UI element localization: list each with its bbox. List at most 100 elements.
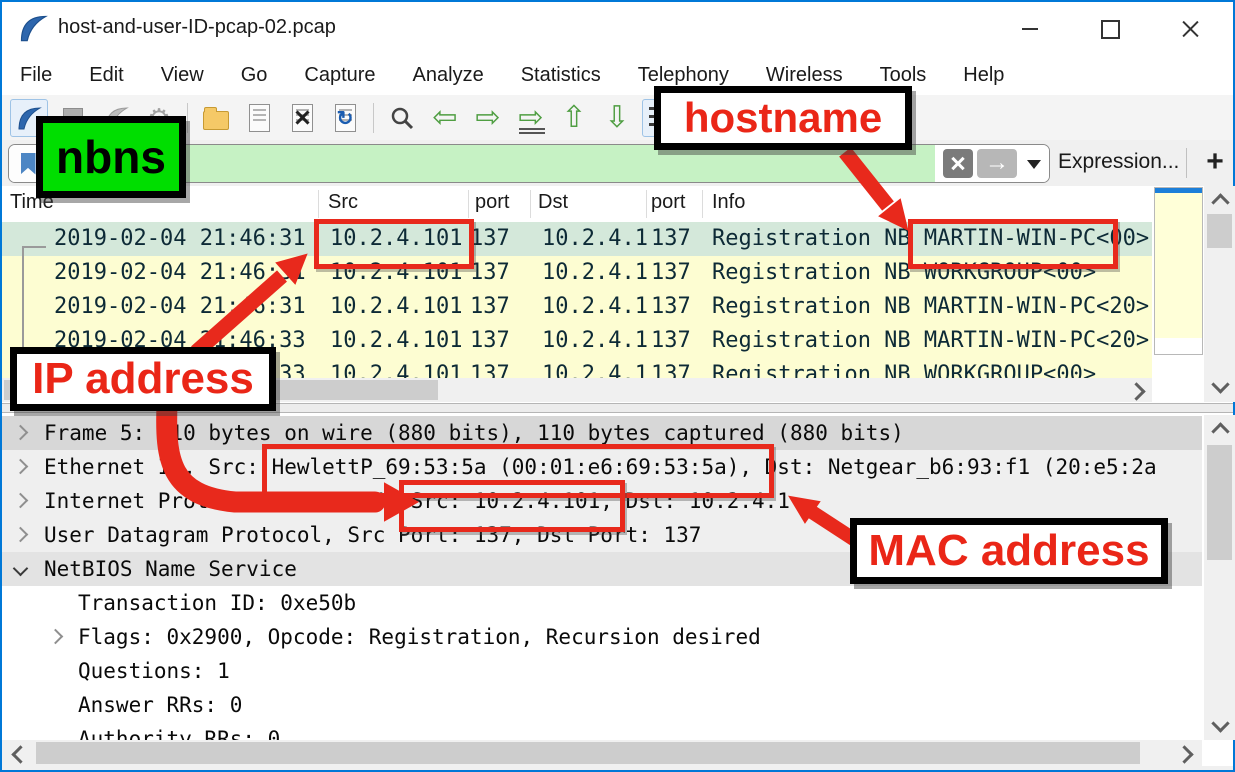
document-icon: ↻	[335, 104, 356, 132]
scroll-thumb[interactable]	[1207, 214, 1232, 248]
col-header-dport[interactable]: port	[651, 191, 685, 214]
cell-time: 2019-02-04 21:46:31	[54, 222, 306, 256]
cell-dport: 137	[651, 290, 691, 324]
chevron-right-icon[interactable]	[13, 459, 29, 475]
filter-buttons: →	[935, 145, 1049, 182]
maximize-button[interactable]	[1075, 4, 1145, 54]
bottom-strip	[2, 766, 1233, 770]
filter-apply-button[interactable]: →	[977, 149, 1017, 178]
detail-row[interactable]: Transaction ID: 0xe50b	[2, 586, 1202, 620]
menu-file[interactable]: File	[20, 64, 52, 87]
window-title: host-and-user-ID-pcap-02.pcap	[58, 2, 336, 53]
menu-telephony[interactable]: Telephony	[638, 64, 729, 87]
scroll-thumb[interactable]	[1207, 445, 1232, 560]
detail-row[interactable]: Flags: 0x2900, Opcode: Registration, Rec…	[2, 620, 1202, 654]
chevron-right-icon[interactable]	[13, 425, 29, 441]
cell-time: 2019-02-04 21:46:31	[54, 256, 306, 290]
titlebar: host-and-user-ID-pcap-02.pcap	[2, 2, 1233, 53]
minimap-fill	[1155, 188, 1202, 338]
menu-tools[interactable]: Tools	[880, 64, 927, 87]
column-separator[interactable]	[646, 190, 647, 218]
packet-row[interactable]: 2019-02-04 21:46:3110.2.4.10113710.2.4.1…	[2, 290, 1152, 324]
menu-view[interactable]: View	[161, 64, 204, 87]
column-separator[interactable]	[530, 190, 531, 218]
cell-dst: 10.2.4.1	[542, 324, 648, 358]
details-vscrollbar[interactable]	[1204, 415, 1235, 740]
cell-dport: 137	[651, 256, 691, 290]
up-arrow-icon: ⇧	[561, 103, 586, 133]
packet-list-vscrollbar[interactable]	[1204, 186, 1235, 402]
open-file-icon[interactable]	[198, 100, 234, 136]
bookmark-icon	[21, 153, 36, 175]
scroll-down-icon[interactable]	[1211, 714, 1229, 732]
chevron-down-icon[interactable]	[13, 561, 29, 577]
wireshark-logo-icon	[18, 13, 48, 43]
menu-bar: File Edit View Go Capture Analyze Statistics Te…	[2, 55, 1233, 95]
intelligent-scrollbar-minimap[interactable]	[1154, 187, 1203, 355]
column-separator[interactable]	[318, 190, 319, 218]
add-filter-button[interactable]: +	[1198, 140, 1232, 186]
scroll-up-icon[interactable]	[1211, 193, 1229, 211]
details-hscrollbar[interactable]	[2, 740, 1202, 766]
col-header-dst[interactable]: Dst	[538, 191, 568, 214]
minimize-button[interactable]	[995, 4, 1065, 54]
highlight-box-hostname	[908, 219, 1118, 269]
scroll-right-icon[interactable]	[1127, 382, 1145, 400]
scroll-right-icon[interactable]	[1175, 745, 1193, 763]
cell-dst: 10.2.4.1	[542, 358, 648, 378]
cell-dst: 10.2.4.1	[542, 290, 648, 324]
find-packet-icon[interactable]	[384, 100, 420, 136]
highlight-box-ip-detail	[399, 480, 625, 532]
detail-text: NetBIOS Name Service	[44, 552, 297, 586]
chevron-right-icon[interactable]	[13, 493, 29, 509]
col-header-src[interactable]: Src	[328, 191, 358, 214]
cell-info: Registration NB WORKGROUP<00>	[712, 358, 1150, 378]
menu-items: File Edit View Go Capture Analyze Statistics Te…	[20, 64, 1004, 87]
expression-button[interactable]: Expression...	[1058, 140, 1179, 186]
cell-sport: 137	[470, 222, 510, 256]
menu-capture[interactable]: Capture	[304, 64, 375, 87]
scroll-thumb[interactable]	[36, 742, 1140, 764]
column-separator[interactable]	[468, 190, 469, 218]
scroll-left-icon[interactable]	[11, 745, 29, 763]
menu-go[interactable]: Go	[241, 64, 268, 87]
cell-sport: 137	[470, 256, 510, 290]
col-header-info[interactable]: Info	[712, 191, 745, 214]
column-separator[interactable]	[702, 190, 703, 218]
chevron-right-icon[interactable]	[48, 629, 64, 645]
annotation-nbns-label: nbns	[36, 116, 186, 198]
down-arrow-icon: ⇩	[604, 103, 629, 133]
scroll-up-icon[interactable]	[1211, 422, 1229, 440]
cell-info: Registration NB MARTIN-WIN-PC<20>	[712, 324, 1150, 358]
detail-row[interactable]: Authority RRs: 0	[2, 722, 1202, 740]
menu-analyze[interactable]: Analyze	[413, 64, 484, 87]
menu-wireless[interactable]: Wireless	[766, 64, 843, 87]
jump-arrow-icon: ⇨	[518, 103, 543, 133]
close-button[interactable]	[1155, 4, 1225, 54]
go-bottom-icon[interactable]: ⇩	[599, 100, 635, 136]
maximize-icon	[1101, 20, 1120, 39]
go-forward-icon[interactable]: ⇨	[470, 100, 506, 136]
detail-row[interactable]: Answer RRs: 0	[2, 688, 1202, 722]
close-file-icon[interactable]	[284, 100, 320, 136]
filter-clear-button[interactable]	[943, 149, 973, 178]
go-back-icon[interactable]: ⇦	[427, 100, 463, 136]
menu-help[interactable]: Help	[963, 64, 1004, 87]
conversation-bracket	[22, 246, 46, 248]
menu-statistics[interactable]: Statistics	[521, 64, 601, 87]
reload-file-icon[interactable]: ↻	[327, 100, 363, 136]
detail-text: Transaction ID: 0xe50b	[78, 586, 356, 620]
chevron-right-icon[interactable]	[13, 527, 29, 543]
save-file-icon[interactable]	[241, 100, 277, 136]
detail-text: Questions: 1	[78, 654, 230, 688]
go-top-icon[interactable]: ⇧	[556, 100, 592, 136]
scroll-down-icon[interactable]	[1211, 375, 1229, 393]
go-to-packet-icon[interactable]: ⇨	[513, 100, 549, 136]
detail-row[interactable]: Questions: 1	[2, 654, 1202, 688]
filter-dropdown-caret[interactable]	[1027, 160, 1041, 176]
wireshark-window: host-and-user-ID-pcap-02.pcap File Edit Vi…	[0, 0, 1235, 772]
minimap-selected-marker	[1155, 188, 1202, 193]
col-header-sport[interactable]: port	[475, 191, 509, 214]
menu-edit[interactable]: Edit	[89, 64, 123, 87]
document-icon	[249, 104, 270, 132]
